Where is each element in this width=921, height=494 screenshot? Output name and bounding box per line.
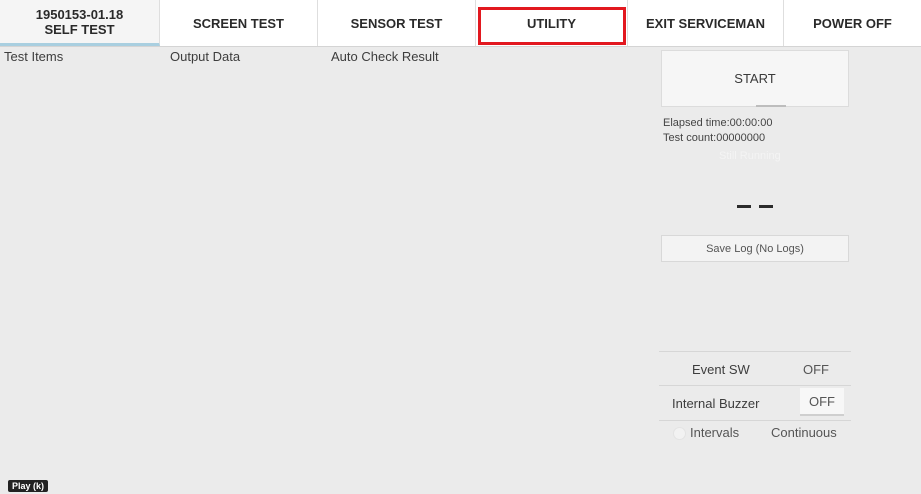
- divider: [659, 351, 851, 352]
- intervals-radio[interactable]: [673, 427, 686, 440]
- result-dash: [737, 205, 751, 208]
- tab-utility[interactable]: UTILITY: [476, 0, 628, 46]
- column-header-test-items: Test Items: [4, 49, 64, 64]
- column-header-auto-check-result: Auto Check Result: [331, 49, 439, 64]
- tab-screen-test[interactable]: SCREEN TEST: [160, 0, 318, 46]
- divider: [659, 385, 851, 386]
- tab-power-off[interactable]: POWER OFF: [784, 0, 921, 46]
- elapsed-time: Elapsed time:00:00:00: [663, 117, 773, 129]
- faint-status-text: Still Running: [719, 150, 781, 162]
- save-log-button[interactable]: Save Log (No Logs): [661, 235, 849, 262]
- self-test-label: SELF TEST: [44, 21, 115, 37]
- play-hint-badge: Play (k): [8, 480, 49, 492]
- event-sw-label: Event SW: [692, 362, 750, 377]
- self-test-version: 1950153-01.18: [35, 6, 124, 22]
- intervals-option[interactable]: Intervals: [690, 425, 739, 440]
- tab-exit-serviceman[interactable]: EXIT SERVICEMAN: [628, 0, 784, 46]
- test-count: Test count:00000000: [663, 132, 766, 144]
- continuous-option[interactable]: Continuous: [771, 425, 837, 440]
- top-tab-bar: 1950153-01.18 SELF TEST SCREEN TEST SENS…: [0, 0, 921, 47]
- internal-buzzer-toggle[interactable]: OFF: [800, 388, 844, 416]
- start-button[interactable]: START: [661, 50, 849, 107]
- tab-sensor-test[interactable]: SENSOR TEST: [318, 0, 476, 46]
- divider: [659, 420, 851, 421]
- event-sw-toggle[interactable]: OFF: [803, 362, 829, 377]
- tab-self-test[interactable]: 1950153-01.18 SELF TEST: [0, 0, 160, 46]
- result-dash: [759, 205, 773, 208]
- start-underline: [756, 105, 786, 107]
- internal-buzzer-label: Internal Buzzer: [672, 396, 760, 411]
- column-header-output-data: Output Data: [170, 49, 241, 64]
